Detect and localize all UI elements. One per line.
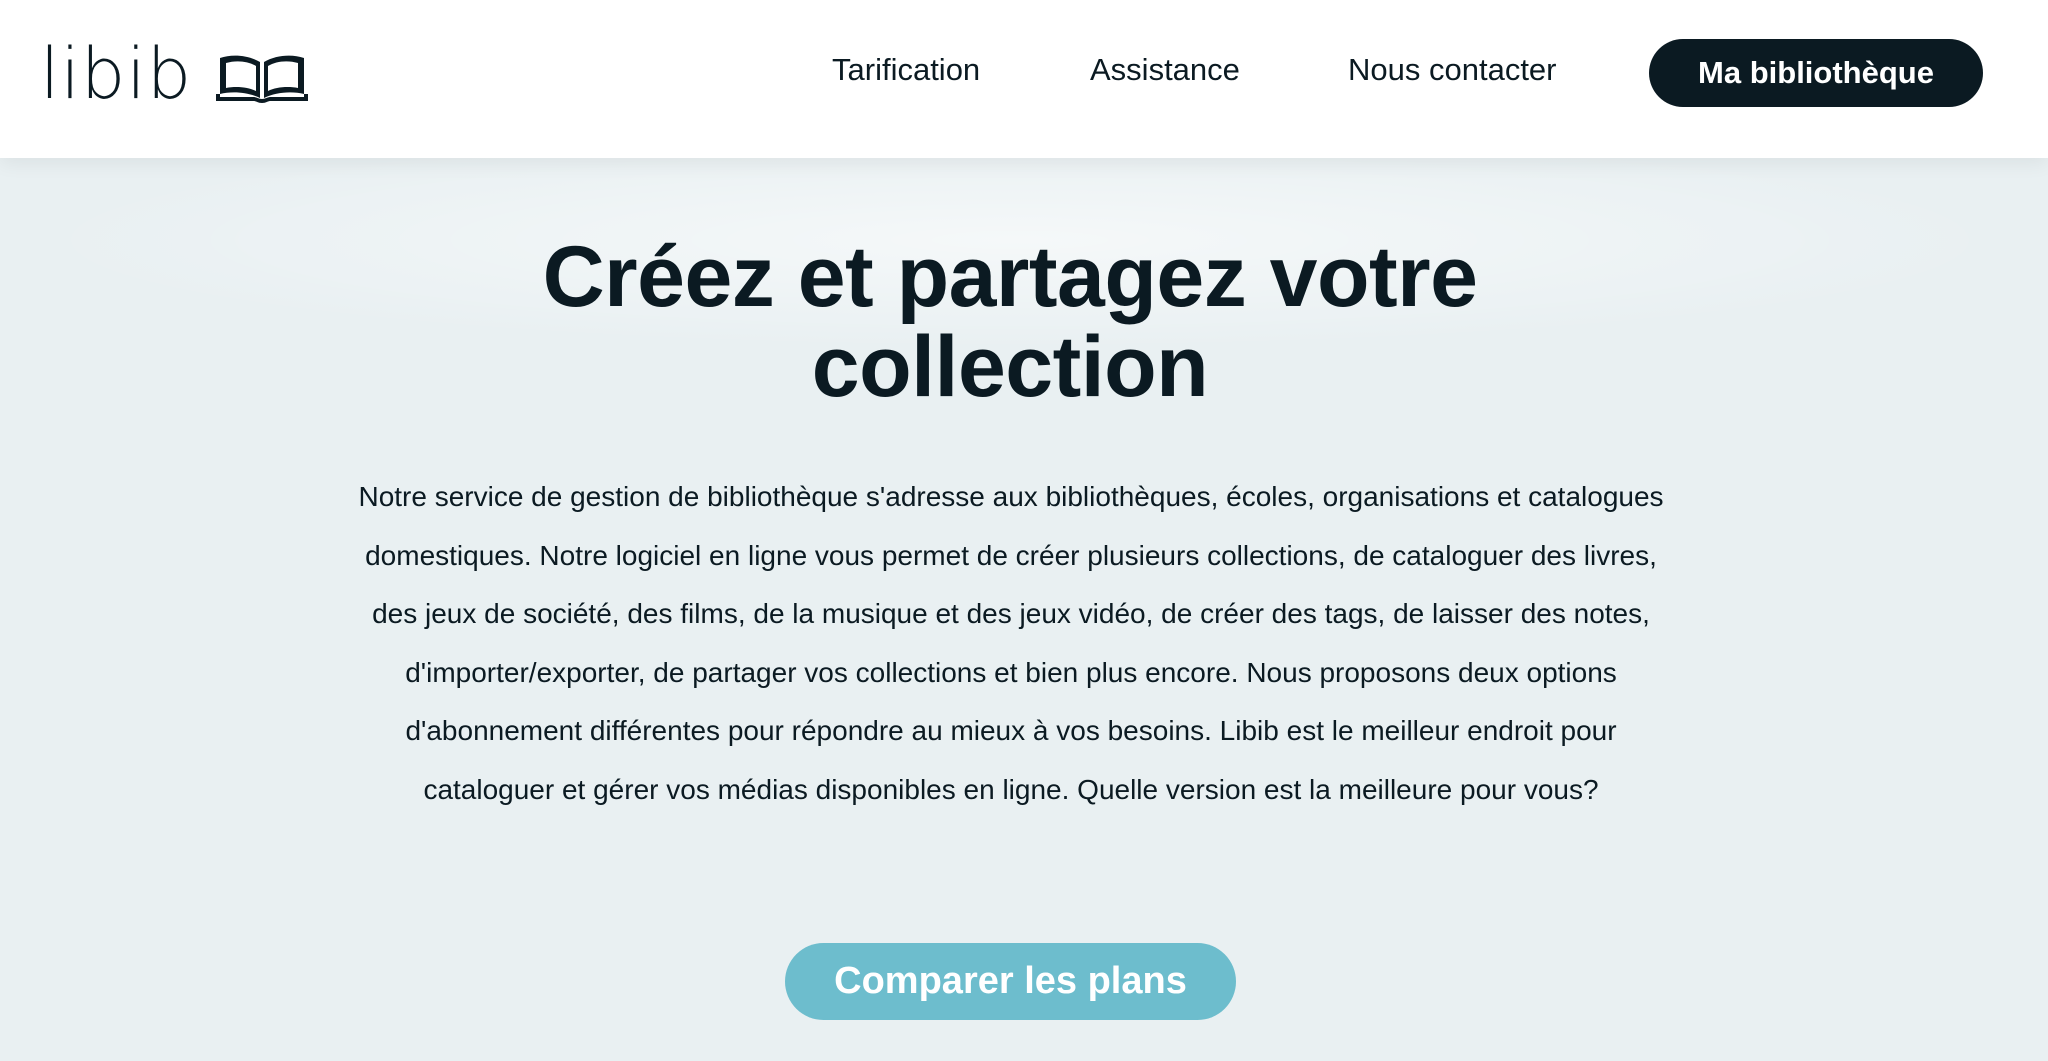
- page: libib Tarification Assistance Nous conta…: [0, 0, 2048, 1061]
- hero-description: Notre service de gestion de bibliothèque…: [358, 481, 1664, 805]
- nav-support-link[interactable]: Assistance: [1090, 52, 1240, 88]
- logo-text: libib: [40, 33, 193, 115]
- nav-pricing-link[interactable]: Tarification: [832, 52, 980, 88]
- open-book-icon: [216, 55, 309, 103]
- logo-link[interactable]: libib: [40, 33, 309, 115]
- nav-contact-link[interactable]: Nous contacter: [1348, 52, 1557, 88]
- my-library-button[interactable]: Ma bibliothèque: [1649, 39, 1983, 107]
- compare-plans-button[interactable]: Comparer les plans: [785, 943, 1236, 1020]
- site-header: libib Tarification Assistance Nous conta…: [0, 0, 2048, 158]
- hero-title: Créez et partagez votre collection: [542, 229, 1478, 415]
